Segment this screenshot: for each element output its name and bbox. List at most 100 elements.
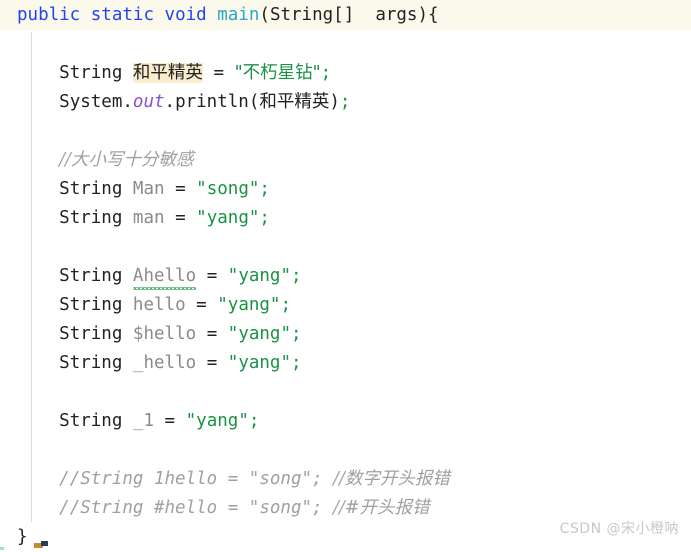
code-line-5-blank[interactable]: [0, 117, 691, 146]
code-line-13[interactable]: String _hello = "yang";: [0, 349, 691, 378]
code-line-10[interactable]: String Ahello = "yang";: [0, 262, 691, 291]
commented-code-hash-start: //String #hello = "song";: [59, 498, 334, 518]
code-line-4[interactable]: System.out.println(和平精英);: [0, 88, 691, 117]
semicolon: ;: [280, 295, 292, 315]
semicolon: ;: [291, 353, 302, 373]
variable-name: _hello: [132, 353, 197, 373]
method-name-main: main: [217, 5, 260, 25]
keyword-void: void: [164, 5, 207, 25]
type-string: String: [59, 266, 123, 286]
code-line-6[interactable]: //大小写十分敏感: [0, 146, 691, 175]
paren-close: ): [329, 92, 340, 112]
code-line-9-blank[interactable]: [0, 233, 691, 262]
code-line-11[interactable]: String hello = "yang";: [0, 291, 691, 320]
variable-name-with-warning: Ahello: [132, 262, 197, 291]
static-field-out: out: [132, 92, 165, 112]
param-args: args: [375, 5, 418, 25]
string-literal: "不朽星钻": [234, 63, 321, 83]
string-literal: "yang": [227, 324, 291, 344]
brace-close: }: [17, 527, 28, 547]
highlighted-variable: 和平精英: [132, 63, 203, 83]
commented-code-numeric-start: //String 1hello = "song";: [59, 469, 334, 489]
semicolon: ;: [291, 324, 302, 344]
equals-operator: =: [175, 208, 186, 228]
string-literal: "yang": [227, 353, 291, 373]
keyword-static: static: [90, 5, 154, 25]
code-line-2-blank[interactable]: [0, 30, 691, 59]
comment-note-numeric-error: //数字开头报错: [333, 469, 450, 489]
equals-operator: =: [206, 324, 218, 344]
code-line-15[interactable]: String _1 = "yang";: [0, 407, 691, 436]
paren-open: (: [259, 5, 270, 25]
println-method: .println: [164, 92, 249, 112]
variable-name: $hello: [132, 324, 197, 344]
system-prefix: System.: [59, 92, 133, 112]
paren-open: (: [248, 92, 260, 112]
type-string-array: String[]: [269, 5, 355, 25]
variable-name: man: [132, 208, 165, 228]
equals-operator: =: [206, 266, 218, 286]
code-line-8[interactable]: String man = "yang";: [0, 204, 691, 233]
code-line-3[interactable]: String 和平精英 = "不朽星钻";: [0, 59, 691, 88]
println-argument: 和平精英: [259, 92, 330, 112]
equals-operator: =: [196, 295, 207, 315]
type-string: String: [59, 353, 123, 373]
paren-close: ): [417, 5, 429, 25]
semicolon: ;: [291, 266, 302, 286]
type-string: String: [59, 179, 123, 199]
variable-name: Man: [132, 179, 165, 199]
code-line-16-blank[interactable]: [0, 436, 691, 465]
equals-operator: =: [206, 353, 218, 373]
code-line-1[interactable]: public static void main(String[] args){: [0, 0, 691, 30]
type-string: String: [59, 324, 123, 344]
semicolon: ;: [339, 92, 351, 112]
code-line-12[interactable]: String $hello = "yang";: [0, 320, 691, 349]
code-line-7[interactable]: String Man = "song";: [0, 175, 691, 204]
code-block[interactable]: public static void main(String[] args){ …: [0, 0, 691, 552]
semicolon: ;: [259, 179, 270, 199]
equals-operator: =: [164, 411, 176, 431]
brace-open: {: [428, 5, 439, 25]
variable-name: _1: [132, 411, 154, 431]
semicolon: ;: [248, 411, 260, 431]
string-literal: "yang": [196, 208, 260, 228]
string-literal: "yang": [185, 411, 249, 431]
code-line-17[interactable]: //String 1hello = "song"; //数字开头报错: [0, 465, 691, 494]
variable-name: hello: [132, 295, 186, 315]
type-string: String: [59, 208, 123, 228]
comment-note-hash-error: //#开头报错: [333, 498, 430, 518]
string-literal: "song": [196, 179, 260, 199]
keyword-public: public: [17, 5, 81, 25]
type-string: String: [59, 411, 123, 431]
equals-operator: =: [213, 63, 225, 83]
string-literal: "yang": [217, 295, 281, 315]
code-line-14-blank[interactable]: [0, 378, 691, 407]
code-editor-screenshot: public static void main(String[] args){ …: [0, 0, 691, 550]
type-string: String: [59, 295, 123, 315]
